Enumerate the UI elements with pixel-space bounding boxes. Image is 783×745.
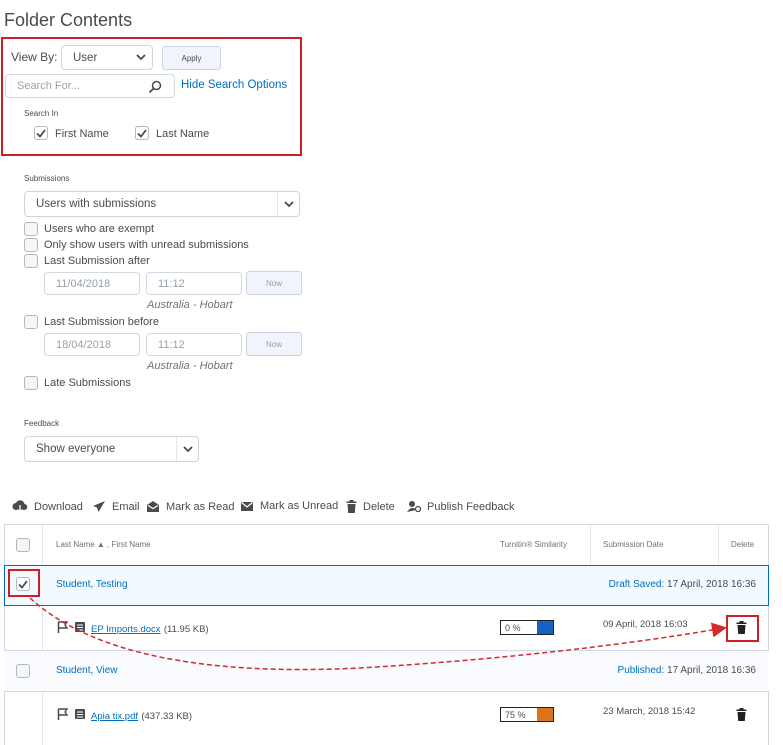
annotation-arrow xyxy=(29,597,727,671)
